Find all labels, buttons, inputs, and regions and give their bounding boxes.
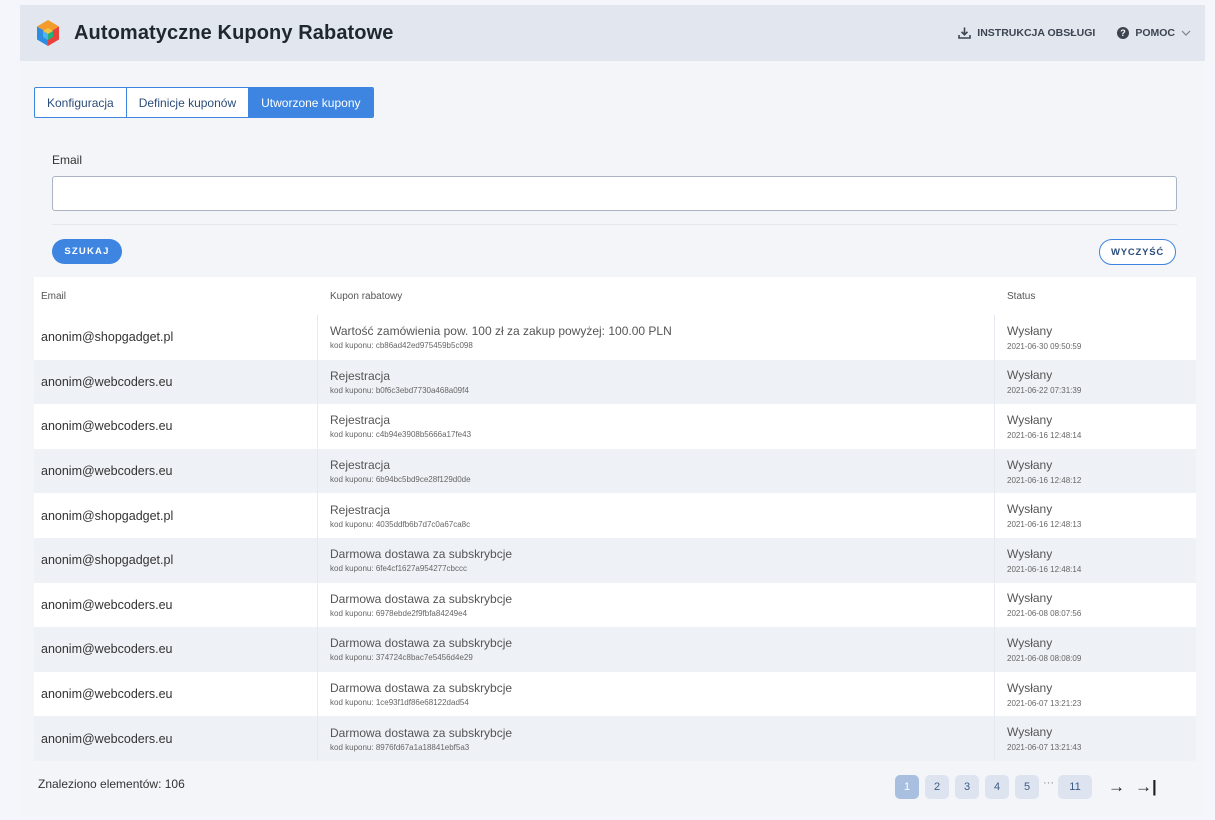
manual-link[interactable]: INSTRUKCJA OBSŁUGI xyxy=(958,27,1095,39)
page-button-5[interactable]: 5 xyxy=(1015,775,1039,799)
tab-created-coupons[interactable]: Utworzone kupony xyxy=(249,88,373,117)
row-coupon-name: Wartość zamówienia pow. 100 zł za zakup … xyxy=(330,324,672,339)
row-coupon-name: Rejestracja xyxy=(330,458,391,473)
header-email: Email xyxy=(41,290,67,302)
row-coupon-code: kod kuponu: 4035ddfb6b7d7c0a67ca8c xyxy=(330,519,471,529)
row-coupon-code: kod kuponu: 6b94bc5bd9ce28f129d0de xyxy=(330,475,471,485)
row-date: 2021-06-30 09:50:59 xyxy=(1007,341,1082,351)
row-email: anonim@webcoders.eu xyxy=(41,597,173,612)
table-row: anonim@webcoders.eu Rejestracja kod kupon… xyxy=(34,404,1196,449)
page-button-3[interactable]: 3 xyxy=(955,775,979,799)
row-date: 2021-06-08 08:07:56 xyxy=(1007,609,1082,619)
row-status: Wysłany xyxy=(1007,725,1053,740)
svg-text:?: ? xyxy=(1121,28,1127,38)
table-row: anonim@webcoders.eu Darmowa dostawa za s… xyxy=(34,716,1196,761)
row-coupon-name: Rejestracja xyxy=(330,368,391,383)
row-status: Wysłany xyxy=(1007,680,1053,695)
row-status: Wysłany xyxy=(1007,591,1053,606)
row-date: 2021-06-16 12:48:13 xyxy=(1007,520,1082,530)
chevron-down-icon xyxy=(1181,30,1191,36)
help-dropdown[interactable]: ? POMOC xyxy=(1117,27,1191,39)
table-row: anonim@webcoders.eu Darmowa dostawa za s… xyxy=(34,671,1196,717)
row-status: Wysłany xyxy=(1007,457,1053,472)
page-button-last[interactable]: 11 xyxy=(1058,775,1092,799)
row-email: anonim@webcoders.eu xyxy=(41,464,173,479)
table-row: anonim@webcoders.eu Rejestracja kod kupon… xyxy=(34,448,1196,494)
row-coupon-code: kod kuponu: c4b94e3908b5666a17fe43 xyxy=(330,430,472,440)
row-date: 2021-06-07 13:21:23 xyxy=(1007,698,1082,708)
row-coupon-name: Rejestracja xyxy=(330,502,391,517)
header-status: Status xyxy=(1007,290,1036,302)
row-status: Wysłany xyxy=(1007,323,1053,338)
row-email: anonim@shopgadget.pl xyxy=(41,330,174,345)
tab-coupon-definitions[interactable]: Definicje kuponów xyxy=(127,88,250,117)
table-body: anonim@shopgadget.pl Wartość zamówienia … xyxy=(34,315,1196,761)
row-status: Wysłany xyxy=(1007,546,1053,561)
row-coupon-code: kod kuponu: 6978ebde2f9fbfa84249e4 xyxy=(330,608,468,618)
email-field-label: Email xyxy=(52,153,83,167)
clear-button[interactable]: WYCZYŚĆ xyxy=(1099,239,1176,265)
row-email: anonim@webcoders.eu xyxy=(41,731,173,746)
page-button-2[interactable]: 2 xyxy=(925,775,949,799)
help-label: POMOC xyxy=(1135,27,1175,39)
row-email: anonim@shopgadget.pl xyxy=(41,553,174,568)
row-coupon-code: kod kuponu: 8976fd67a1a18841ebf5a3 xyxy=(330,742,470,752)
row-email: anonim@webcoders.eu xyxy=(41,687,173,702)
row-coupon-name: Rejestracja xyxy=(330,413,391,428)
table-row: anonim@shopgadget.pl Darmowa dostawa za … xyxy=(34,537,1196,583)
tab-configuration[interactable]: Konfiguracja xyxy=(35,88,127,117)
question-circle-icon: ? xyxy=(1117,27,1130,39)
header-coupon: Kupon rabatowy xyxy=(330,290,403,302)
next-page-arrow-icon[interactable]: → xyxy=(1108,777,1125,797)
row-status: Wysłany xyxy=(1007,368,1053,383)
row-date: 2021-06-16 12:48:14 xyxy=(1007,430,1082,440)
row-coupon-code: kod kuponu: 1ce93f1df86e68122dad54 xyxy=(330,698,469,708)
download-icon xyxy=(958,27,972,39)
page-button-4[interactable]: 4 xyxy=(985,775,1009,799)
search-form: Email xyxy=(52,153,1177,211)
page-ellipsis: ··· xyxy=(1043,777,1054,789)
row-status: Wysłany xyxy=(1007,635,1053,650)
app-title: Automatyczne Kupony Rabatowe xyxy=(74,21,394,44)
row-email: anonim@webcoders.eu xyxy=(41,419,173,434)
table-row: anonim@shopgadget.pl Wartość zamówienia … xyxy=(34,315,1196,360)
row-date: 2021-06-08 08:08:09 xyxy=(1007,653,1082,663)
row-coupon-code: kod kuponu: b0f6c3ebd7730a468a09f4 xyxy=(330,385,469,395)
search-button[interactable]: SZUKAJ xyxy=(52,239,122,264)
row-email: anonim@webcoders.eu xyxy=(41,374,173,389)
row-date: 2021-06-07 13:21:43 xyxy=(1007,743,1082,753)
row-coupon-name: Darmowa dostawa za subskrybcje xyxy=(330,591,513,606)
row-coupon-name: Darmowa dostawa za subskrybcje xyxy=(330,547,513,562)
app-header: Automatyczne Kupony Rabatowe INSTRUKCJA … xyxy=(20,5,1205,61)
coupons-table: Email Kupon rabatowy Status anonim@shopg… xyxy=(34,277,1196,761)
table-header: Email Kupon rabatowy Status xyxy=(34,277,1196,315)
app-logo-icon xyxy=(37,20,59,46)
results-count: Znaleziono elementów: 106 xyxy=(38,777,185,791)
row-coupon-code: kod kuponu: 6fe4cf1627a954277cbccc xyxy=(330,564,467,574)
email-field[interactable] xyxy=(52,176,1177,211)
row-status: Wysłany xyxy=(1007,502,1053,517)
row-email: anonim@webcoders.eu xyxy=(41,642,173,657)
table-row: anonim@shopgadget.pl Rejestracja kod kupo… xyxy=(34,493,1196,538)
divider xyxy=(52,224,1177,225)
last-page-arrow-icon[interactable]: →| xyxy=(1135,777,1157,797)
row-coupon-name: Darmowa dostawa za subskrybcje xyxy=(330,636,513,651)
row-email: anonim@shopgadget.pl xyxy=(41,508,174,523)
table-row: anonim@webcoders.eu Darmowa dostawa za s… xyxy=(34,627,1196,672)
row-status: Wysłany xyxy=(1007,412,1053,427)
tab-bar: Konfiguracja Definicje kuponów Utworzone… xyxy=(34,87,374,118)
row-coupon-name: Darmowa dostawa za subskrybcje xyxy=(330,725,513,740)
row-coupon-name: Darmowa dostawa za subskrybcje xyxy=(330,681,513,696)
page-button-1[interactable]: 1 xyxy=(895,775,919,799)
row-date: 2021-06-16 12:48:14 xyxy=(1007,564,1082,574)
pagination: 1 2 3 4 5 ··· 11 → →| xyxy=(895,775,1157,799)
row-coupon-code: kod kuponu: 374724c8bac7e5456d4e29 xyxy=(330,653,473,663)
app-window: Automatyczne Kupony Rabatowe INSTRUKCJA … xyxy=(20,5,1205,815)
manual-link-label: INSTRUKCJA OBSŁUGI xyxy=(977,27,1096,39)
row-date: 2021-06-16 12:48:12 xyxy=(1007,475,1082,485)
row-date: 2021-06-22 07:31:39 xyxy=(1007,386,1082,396)
table-row: anonim@webcoders.eu Rejestracja kod kupon… xyxy=(34,359,1196,405)
row-coupon-code: kod kuponu: cb86ad42ed975459b5c098 xyxy=(330,341,473,351)
table-row: anonim@webcoders.eu Darmowa dostawa za s… xyxy=(34,582,1196,628)
